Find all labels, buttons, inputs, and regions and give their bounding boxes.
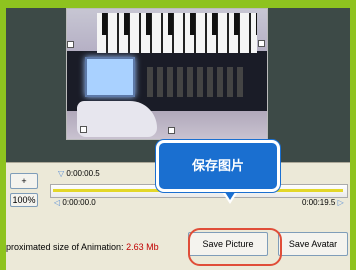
window-frame-top: [0, 0, 356, 8]
slider-left-icon: ◁: [54, 198, 61, 207]
preview-image[interactable]: [66, 8, 268, 140]
zoom-in-button[interactable]: +: [10, 173, 38, 189]
keyboard-black-keys: [97, 13, 257, 35]
window-frame-right: [350, 0, 356, 270]
approx-size-label: proximated size of Animation:: [6, 242, 124, 252]
slider-right-icon: ▷: [337, 198, 344, 207]
lcd-screen: [85, 57, 135, 97]
callout-label: 保存图片: [156, 140, 280, 192]
current-time-label: ◁ 0:00:00.0: [54, 198, 96, 207]
highlight-ring: [188, 228, 282, 266]
hand-shape: [77, 101, 157, 137]
crop-handle-bottom-left[interactable]: [80, 126, 87, 133]
end-time-label: 0:00:19.5 ▷: [302, 198, 344, 207]
crop-handle-top-left[interactable]: [67, 41, 74, 48]
start-marker-time: 0:00:00.5: [66, 169, 100, 178]
end-time: 0:00:19.5: [302, 198, 336, 207]
stage-background: [268, 8, 350, 162]
preview-stage: [6, 8, 350, 162]
marker-flag-icon: ▽: [58, 169, 65, 178]
save-avatar-button[interactable]: Save Avatar: [278, 232, 348, 256]
current-time: 0:00:00.0: [62, 198, 96, 207]
crop-handle-bottom-center[interactable]: [168, 127, 175, 134]
approx-size: proximated size of Animation: 2.63 Mb: [6, 242, 159, 252]
zoom-level-button[interactable]: 100%: [10, 193, 38, 207]
bottom-bar: proximated size of Animation: 2.63 Mb Sa…: [6, 212, 350, 270]
approx-size-value: 2.63 Mb: [126, 242, 159, 252]
start-marker[interactable]: ▽ 0:00:00.5: [58, 169, 100, 178]
keyboard-buttons: [147, 67, 247, 97]
crop-handle-top-right[interactable]: [258, 40, 265, 47]
